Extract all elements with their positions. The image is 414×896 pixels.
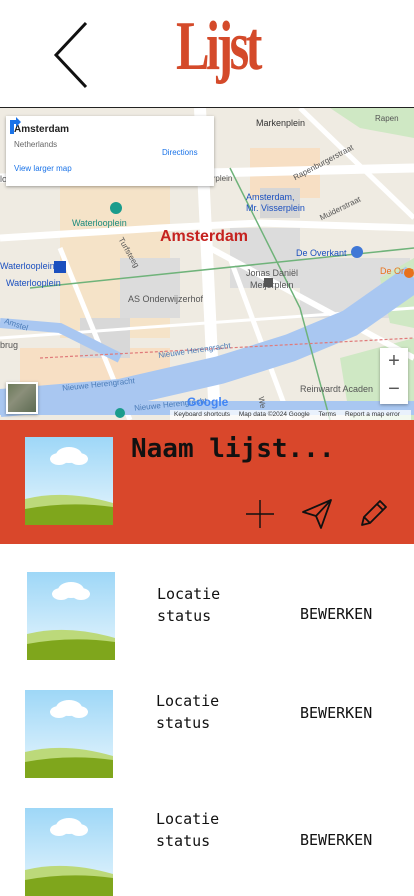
list-item-image: [25, 808, 113, 896]
list-item-image: [27, 572, 115, 660]
terms-link[interactable]: Terms: [318, 411, 336, 418]
list-item-image: [25, 690, 113, 778]
zoom-out-button[interactable]: −: [380, 376, 408, 404]
map-label: Mr. Visserplein: [246, 203, 305, 213]
app-logo: Lijst: [176, 8, 262, 85]
map-label: Reinwardt Acaden: [300, 384, 374, 394]
map-label: Rapen: [375, 114, 399, 123]
list-title: Naam lijst...: [131, 434, 335, 464]
map-label: Jonas Daniël: [246, 268, 299, 278]
map-info-subtitle: Netherlands: [14, 140, 58, 149]
image-placeholder-icon: [25, 690, 113, 778]
pencil-icon[interactable]: [356, 497, 390, 531]
edit-button[interactable]: BEWERKEN: [300, 831, 372, 849]
satellite-toggle[interactable]: [6, 382, 38, 414]
map-data-text: Map data ©2024 Google: [238, 411, 310, 418]
plus-icon[interactable]: [243, 497, 277, 531]
view-larger-map-link[interactable]: View larger map: [14, 164, 72, 173]
map-label: Waterlooplein: [6, 278, 61, 288]
map-label: Waterlooplein: [72, 218, 127, 228]
list-cover-image: [25, 437, 113, 525]
map-label: Waterlooplein: [0, 261, 55, 271]
map-label: We: [256, 395, 268, 410]
list-item-text: Locatie status: [157, 583, 220, 627]
chevron-left-icon[interactable]: [48, 20, 92, 90]
map-label: Meijerplein: [250, 280, 294, 290]
edit-button[interactable]: BEWERKEN: [300, 605, 372, 623]
map-label-city: Amsterdam: [160, 228, 249, 245]
map-zoom-control: + −: [380, 348, 408, 404]
map-label: De Oranj: [380, 266, 414, 276]
image-placeholder-icon: [27, 572, 115, 660]
directions-icon[interactable]: [6, 116, 26, 136]
map-label: De Overkant: [296, 248, 347, 258]
item-location: Locatie: [157, 585, 221, 603]
item-status: status: [156, 714, 211, 732]
list-item-text: Locatie status: [156, 808, 219, 852]
report-error-link[interactable]: Report a map error: [345, 411, 400, 418]
image-placeholder-icon: [25, 437, 113, 525]
map-label: Amsterdam,: [246, 192, 295, 202]
keyboard-shortcuts-link[interactable]: Keyboard shortcuts: [174, 411, 230, 418]
send-icon[interactable]: [300, 497, 334, 531]
app-header: Lijst: [0, 0, 414, 108]
map-view[interactable]: Amsterdam Markenplein Rapen Rapenburgers…: [0, 108, 414, 420]
list-item-text: Locatie status: [156, 690, 219, 734]
google-logo: Google: [187, 395, 229, 409]
zoom-in-button[interactable]: +: [380, 348, 408, 376]
directions-link[interactable]: Directions: [162, 148, 198, 157]
map-attribution: Keyboard shortcuts Map data ©2024 Google…: [170, 410, 411, 420]
map-label: Markenplein: [256, 118, 306, 128]
edit-button[interactable]: BEWERKEN: [300, 704, 372, 722]
item-status: status: [156, 832, 211, 850]
map-info-card: Amsterdam Netherlands View larger map Di…: [6, 116, 214, 186]
image-placeholder-icon: [25, 808, 113, 896]
map-label: AS Onderwijzerhof: [128, 294, 204, 304]
item-status: status: [157, 607, 212, 625]
map-label: brug: [0, 340, 19, 350]
item-location: Locatie: [156, 692, 220, 710]
item-location: Locatie: [156, 810, 220, 828]
